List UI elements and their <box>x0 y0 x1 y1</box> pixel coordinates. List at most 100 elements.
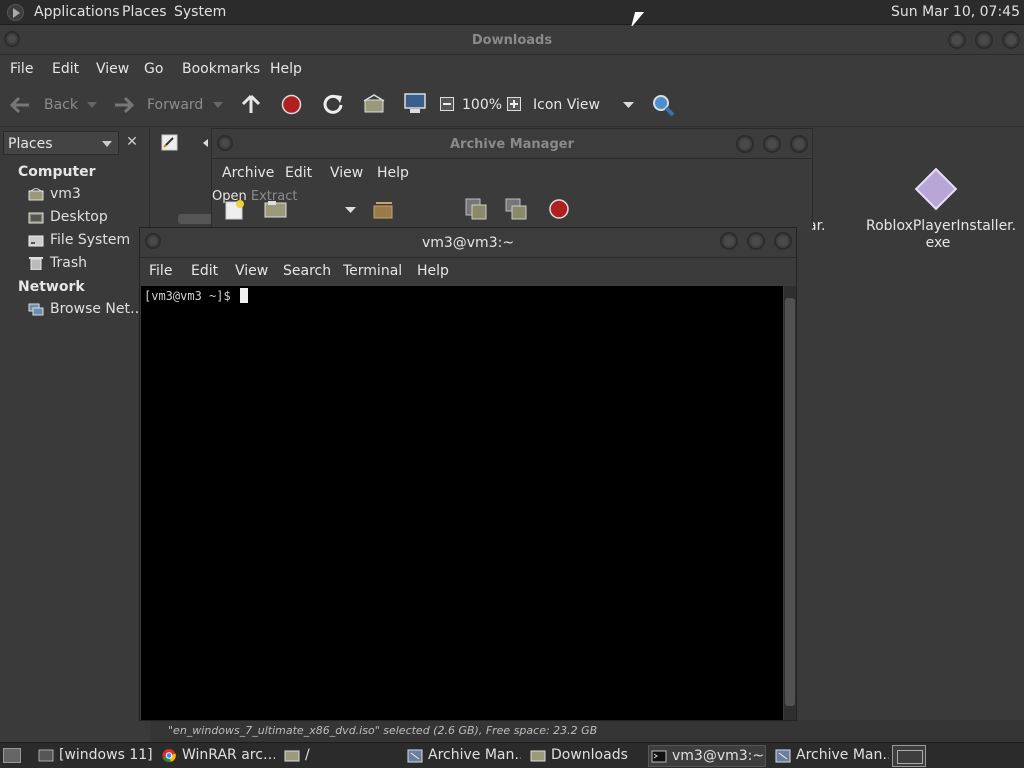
file-manager-titlebar[interactable]: Downloads <box>0 26 1024 55</box>
partial-file-icon <box>178 214 214 224</box>
task-label: Archive Man… <box>796 747 889 763</box>
back-arrow-icon[interactable] <box>9 95 31 115</box>
file-manager-menubar: File Edit View Go Bookmarks Help <box>0 55 1024 85</box>
clock[interactable]: Sun Mar 10, 07:45 <box>891 4 1020 20</box>
menu-help[interactable]: Help <box>377 165 409 181</box>
sidebar-item-label: Browse Net… <box>50 301 145 317</box>
window-title: Downloads <box>471 33 553 48</box>
task-windows-11[interactable]: [windows 11] <box>36 745 152 767</box>
maximize-button[interactable] <box>763 135 781 153</box>
menu-edit[interactable]: Edit <box>191 263 218 279</box>
sidebar-item-label: File System <box>50 232 131 248</box>
zoom-in-icon[interactable] <box>507 97 521 111</box>
view-mode-select[interactable]: Icon View <box>533 97 600 113</box>
desktop-folder-icon <box>28 212 44 224</box>
zoom-level[interactable]: 100% <box>462 97 502 113</box>
forward-arrow-icon[interactable] <box>113 95 135 115</box>
menu-view[interactable]: View <box>235 263 268 279</box>
task-label: Archive Man… <box>428 747 521 763</box>
terminal-window: vm3@vm3:~ File Edit View Search Terminal… <box>139 227 797 721</box>
extract-icon[interactable] <box>372 200 396 220</box>
sidebar-selector-label: Places <box>8 136 53 152</box>
home-icon[interactable] <box>363 94 385 114</box>
scrollbar-thumb[interactable] <box>785 298 795 706</box>
forward-button[interactable]: Forward <box>147 97 203 113</box>
exe-file-icon <box>914 167 958 211</box>
home-folder-icon <box>28 188 44 201</box>
menu-terminal[interactable]: Terminal <box>343 263 402 279</box>
menu-search[interactable]: Search <box>283 263 331 279</box>
menu-help[interactable]: Help <box>270 61 302 77</box>
open-folder-icon[interactable] <box>264 200 288 218</box>
top-panel: Applications Places System Sun Mar 10, 0… <box>0 0 1024 25</box>
sidebar-selector[interactable]: Places <box>3 131 119 155</box>
places-sidebar: Places ✕ Computer vm3 Desktop File Syste… <box>0 128 150 720</box>
folder-icon <box>284 750 300 762</box>
file-item[interactable]: RobloxPlayerInstaller. exe <box>866 167 1016 252</box>
reload-icon[interactable] <box>322 93 344 115</box>
task-archive-manager-2[interactable]: Archive Man… <box>773 745 889 767</box>
forward-history-dropdown-icon[interactable] <box>213 102 223 108</box>
back-history-dropdown-icon[interactable] <box>87 102 97 108</box>
menu-file[interactable]: File <box>149 263 172 279</box>
up-arrow-icon[interactable] <box>240 93 262 115</box>
task-downloads[interactable]: Downloads <box>528 745 644 767</box>
close-button[interactable] <box>774 232 792 250</box>
window-title: vm3@vm3:~ <box>421 235 515 251</box>
minimize-button[interactable] <box>720 232 738 250</box>
menu-help[interactable]: Help <box>417 263 449 279</box>
add-folder-icon[interactable] <box>504 197 528 221</box>
sidebar-item-label: Trash <box>50 255 87 271</box>
maximize-button[interactable] <box>747 232 765 250</box>
network-icon <box>28 303 44 316</box>
status-bar: "en_windows_7_ultimate_x86_dvd.iso" sele… <box>150 720 1024 742</box>
edit-location-icon[interactable] <box>161 134 179 152</box>
menu-go[interactable]: Go <box>144 61 163 77</box>
task-terminal[interactable]: vm3@vm3:~ <box>648 745 766 767</box>
menu-edit[interactable]: Edit <box>52 61 79 77</box>
archive-icon <box>775 749 791 763</box>
add-files-icon[interactable] <box>464 197 488 221</box>
terminal-titlebar[interactable]: vm3@vm3:~ <box>140 228 796 258</box>
stop-icon[interactable] <box>281 94 302 115</box>
terminal-screen[interactable]: [vm3@vm3 ~]$ <box>141 286 783 720</box>
stop-icon[interactable] <box>548 198 570 220</box>
menu-edit[interactable]: Edit <box>285 165 312 181</box>
minimize-button[interactable] <box>736 135 754 153</box>
terminal-icon <box>651 750 667 763</box>
archive-manager-titlebar[interactable]: Archive Manager <box>212 129 812 159</box>
file-name-line-2: exe <box>925 235 951 251</box>
show-desktop-icon[interactable] <box>3 748 21 763</box>
open-dropdown-icon[interactable] <box>345 207 356 213</box>
task-winrar[interactable]: WinRAR arc… <box>159 745 275 767</box>
sidebar-header-network: Network <box>18 279 85 295</box>
menu-file[interactable]: File <box>10 61 33 77</box>
zoom-out-icon[interactable] <box>440 97 454 111</box>
new-archive-icon[interactable] <box>224 199 246 221</box>
system-menu[interactable]: System <box>174 4 226 20</box>
menu-view[interactable]: View <box>96 61 129 77</box>
distro-logo-icon[interactable] <box>7 4 24 21</box>
close-button[interactable] <box>1002 31 1020 49</box>
text-cursor <box>239 288 248 303</box>
archive-manager-toolbar: Open Extract <box>212 189 812 231</box>
menu-view[interactable]: View <box>330 165 363 181</box>
places-menu[interactable]: Places <box>122 4 167 20</box>
workspace-switcher[interactable] <box>892 745 926 767</box>
sidebar-close-icon[interactable]: ✕ <box>123 133 141 151</box>
menu-bookmarks[interactable]: Bookmarks <box>182 61 260 77</box>
task-label: / <box>305 747 310 763</box>
maximize-button[interactable] <box>975 31 993 49</box>
task-archive-manager-1[interactable]: Archive Man… <box>405 745 521 767</box>
menu-archive[interactable]: Archive <box>222 165 274 181</box>
view-mode-dropdown-icon[interactable] <box>623 102 634 108</box>
minimize-button[interactable] <box>948 31 966 49</box>
terminal-scrollbar[interactable] <box>784 286 796 720</box>
task-label: WinRAR arc… <box>182 747 275 763</box>
back-button[interactable]: Back <box>44 97 78 113</box>
applications-menu[interactable]: Applications <box>34 4 120 20</box>
close-button[interactable] <box>790 135 808 153</box>
search-icon[interactable] <box>651 93 675 117</box>
task-root-folder[interactable]: / <box>282 745 398 767</box>
computer-icon[interactable] <box>403 93 427 115</box>
